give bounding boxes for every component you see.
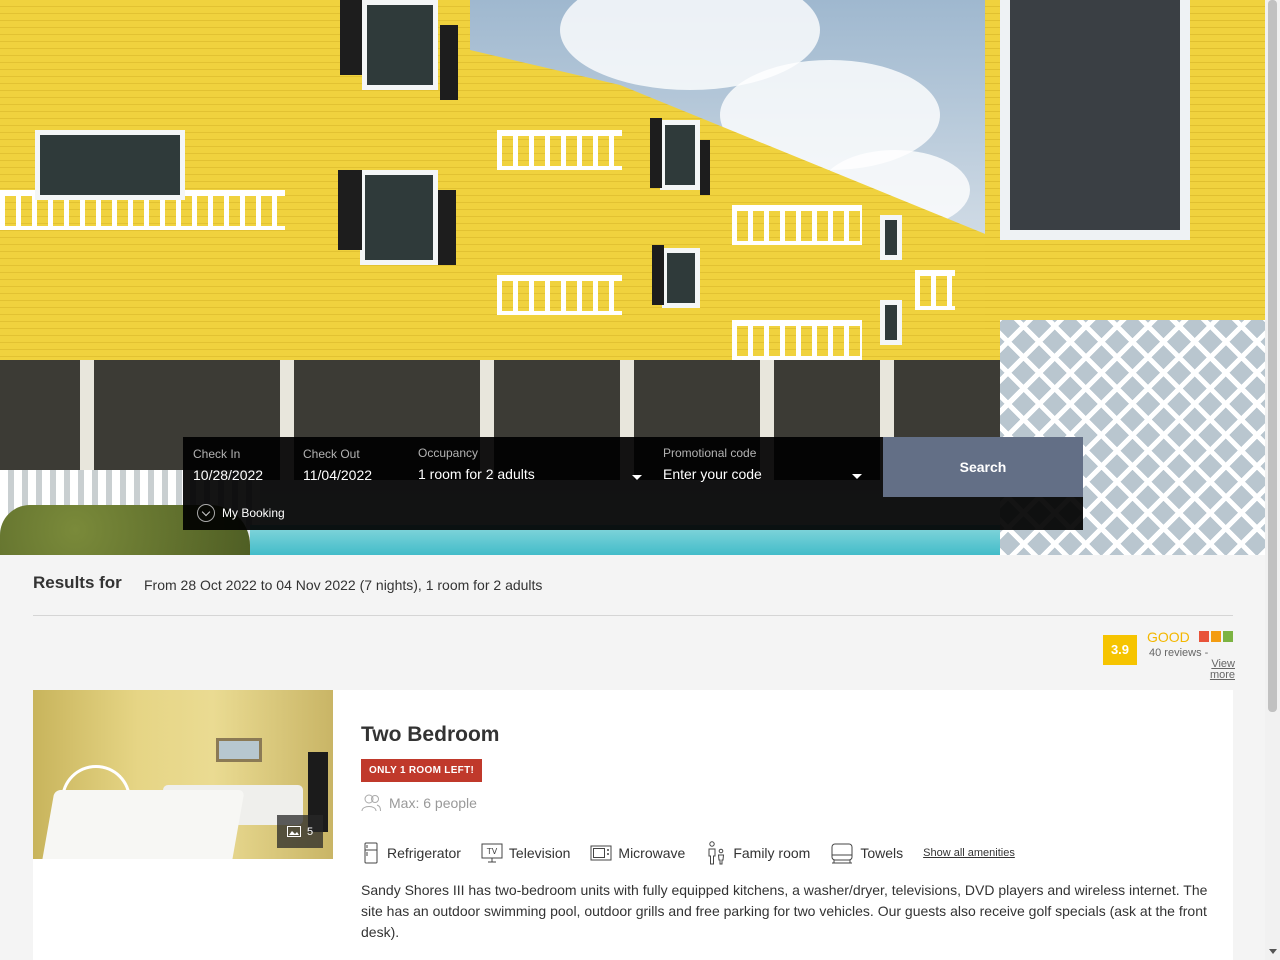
- flag-icon: [1211, 631, 1221, 642]
- check-out-label: Check Out: [303, 447, 360, 461]
- room-photo[interactable]: 5: [33, 690, 333, 859]
- results-summary: From 28 Oct 2022 to 04 Nov 2022 (7 night…: [144, 577, 543, 593]
- reviews-count: 40 reviews - View more: [1149, 648, 1235, 681]
- rating-score: 3.9: [1103, 635, 1137, 665]
- amenity-towels: Towels: [830, 842, 903, 864]
- amenity-label: Television: [508, 845, 571, 861]
- svg-text:TV: TV: [486, 847, 498, 856]
- view-more-reviews-link[interactable]: View more: [1205, 659, 1235, 681]
- scroll-down-arrow-icon[interactable]: [1269, 949, 1277, 954]
- amenity-microwave: Microwave: [590, 844, 685, 862]
- check-out-field[interactable]: Check Out 11/04/2022: [303, 447, 403, 483]
- reviews-text: 40 reviews -: [1149, 647, 1209, 659]
- flag-icon: [1223, 631, 1233, 642]
- check-out-value[interactable]: 11/04/2022: [303, 467, 403, 483]
- max-occupancy: Max: 6 people: [361, 794, 477, 812]
- occupancy-select[interactable]: Occupancy 1 room for 2 adults: [418, 446, 644, 482]
- amenity-label: Towels: [860, 845, 904, 861]
- promo-code-label: Promotional code: [663, 446, 757, 460]
- my-booking-link[interactable]: My Booking: [197, 504, 285, 522]
- television-icon: TV: [481, 842, 503, 864]
- amenity-refrigerator: Refrigerator: [361, 842, 461, 864]
- check-in-label: Check In: [193, 447, 241, 461]
- people-icon: [361, 794, 381, 812]
- check-in-field[interactable]: Check In 10/28/2022: [193, 447, 293, 483]
- microwave-icon: [590, 844, 612, 862]
- results-heading: Results for: [33, 573, 122, 592]
- chevron-down-icon[interactable]: [632, 475, 642, 480]
- amenity-television: TV Television: [481, 842, 570, 864]
- room-description: Sandy Shores III has two-bedroom units w…: [361, 882, 1208, 940]
- check-in-value[interactable]: 10/28/2022: [193, 467, 293, 483]
- my-booking-label: My Booking: [222, 506, 285, 520]
- show-all-amenities-link[interactable]: Show all amenities: [923, 847, 1015, 859]
- flag-icon: [1199, 631, 1209, 642]
- availability-badge: ONLY 1 ROOM LEFT!: [361, 759, 483, 782]
- amenity-family-room: Family room: [705, 841, 810, 865]
- search-button[interactable]: Search: [883, 437, 1083, 497]
- chevron-down-circle-icon: [197, 504, 215, 522]
- rating-flags: [1199, 631, 1233, 642]
- towels-icon: [830, 842, 854, 864]
- chevron-down-icon[interactable]: [852, 474, 862, 479]
- scrollbar-thumb[interactable]: [1268, 0, 1277, 712]
- max-occupancy-text: Max: 6 people: [389, 795, 477, 811]
- booking-bar: Check In 10/28/2022 Check Out 11/04/2022…: [183, 437, 1083, 530]
- promo-code-field[interactable]: Promotional code: [663, 446, 863, 484]
- amenities-list: Refrigerator TV Television Microwave Fam…: [361, 841, 1015, 865]
- amenity-label: Microwave: [618, 845, 686, 861]
- page-scrollbar[interactable]: [1265, 0, 1280, 960]
- promo-code-input[interactable]: [663, 466, 843, 482]
- rating-label: GOOD: [1147, 629, 1190, 645]
- refrigerator-icon: [361, 842, 381, 864]
- occupancy-label: Occupancy: [418, 446, 479, 460]
- room-card: 5 Two Bedroom ONLY 1 ROOM LEFT! Max: 6 p…: [33, 690, 1233, 960]
- occupancy-value[interactable]: 1 room for 2 adults: [418, 466, 644, 482]
- image-icon: [286, 826, 301, 837]
- room-title: Two Bedroom: [361, 723, 500, 746]
- divider: [33, 615, 1233, 616]
- photo-gallery-button[interactable]: 5: [277, 815, 323, 848]
- amenity-label: Refrigerator: [387, 845, 461, 861]
- photo-count: 5: [306, 825, 314, 838]
- family-room-icon: [705, 841, 727, 865]
- amenity-label: Family room: [733, 845, 811, 861]
